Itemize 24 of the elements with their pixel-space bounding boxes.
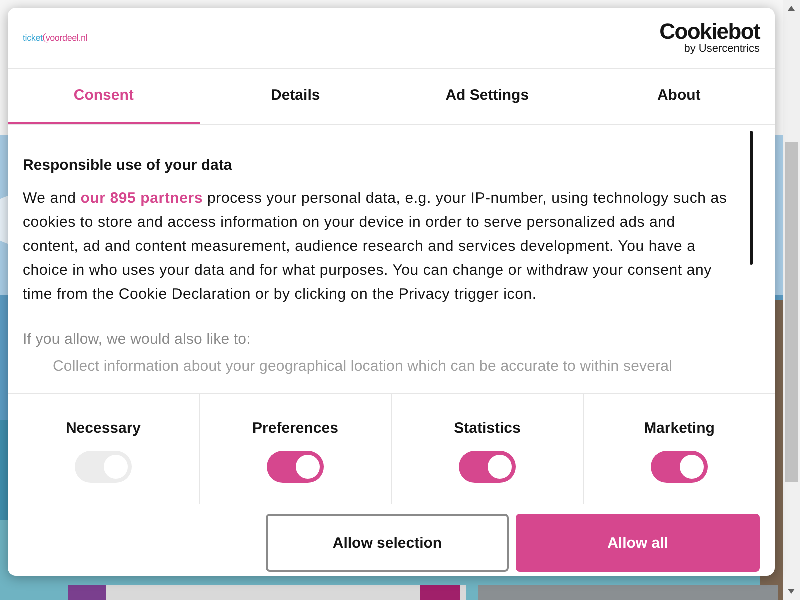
tab[interactable]: Details bbox=[200, 69, 392, 124]
allow-all-button[interactable]: Allow all bbox=[516, 514, 760, 572]
scroll-up-icon[interactable] bbox=[787, 4, 796, 13]
category-label: Statistics bbox=[454, 420, 521, 437]
section-heading: Responsible use of your data bbox=[23, 157, 234, 174]
category-label: Necessary bbox=[66, 420, 142, 437]
description-text: We and our 895 partners process your personal data, e.g. your IP-number, using technology such as cookies to store and access information on your device in order to serve personalized ads and content, ad and content measurement, audience research and services development. You have a choice in who uses your data and for what purposes. You can change or withdraw your consent any time from the Cookie Declaration or by clicking on the Privacy trigger icon. bbox=[23, 189, 728, 305]
allow-selection-button[interactable]: Allow selection bbox=[266, 514, 509, 572]
partners-link[interactable]: our 895 partners bbox=[80, 190, 204, 207]
purpose-text: Collect information about your geographical location which can be accurate to within several bbox=[53, 358, 674, 375]
scrollbar[interactable] bbox=[783, 0, 800, 600]
intro-text: If you allow, we would also like to: bbox=[23, 331, 252, 348]
toggle-switch[interactable] bbox=[459, 451, 516, 483]
category-label: Marketing bbox=[644, 420, 715, 437]
toggle-switch[interactable] bbox=[267, 451, 324, 483]
scroll-down-icon[interactable] bbox=[787, 587, 796, 596]
tab[interactable]: Consent bbox=[8, 69, 200, 124]
provider-logo: Cookiebot by Usercentrics bbox=[660, 21, 760, 55]
toggle-switch[interactable] bbox=[651, 451, 708, 483]
category-label: Preferences bbox=[252, 420, 338, 437]
tab[interactable]: About bbox=[583, 69, 775, 124]
site-logo: ticket voordeel.nl bbox=[23, 33, 88, 43]
content-scrollbar[interactable] bbox=[750, 131, 753, 265]
tab[interactable]: Ad Settings bbox=[392, 69, 584, 124]
